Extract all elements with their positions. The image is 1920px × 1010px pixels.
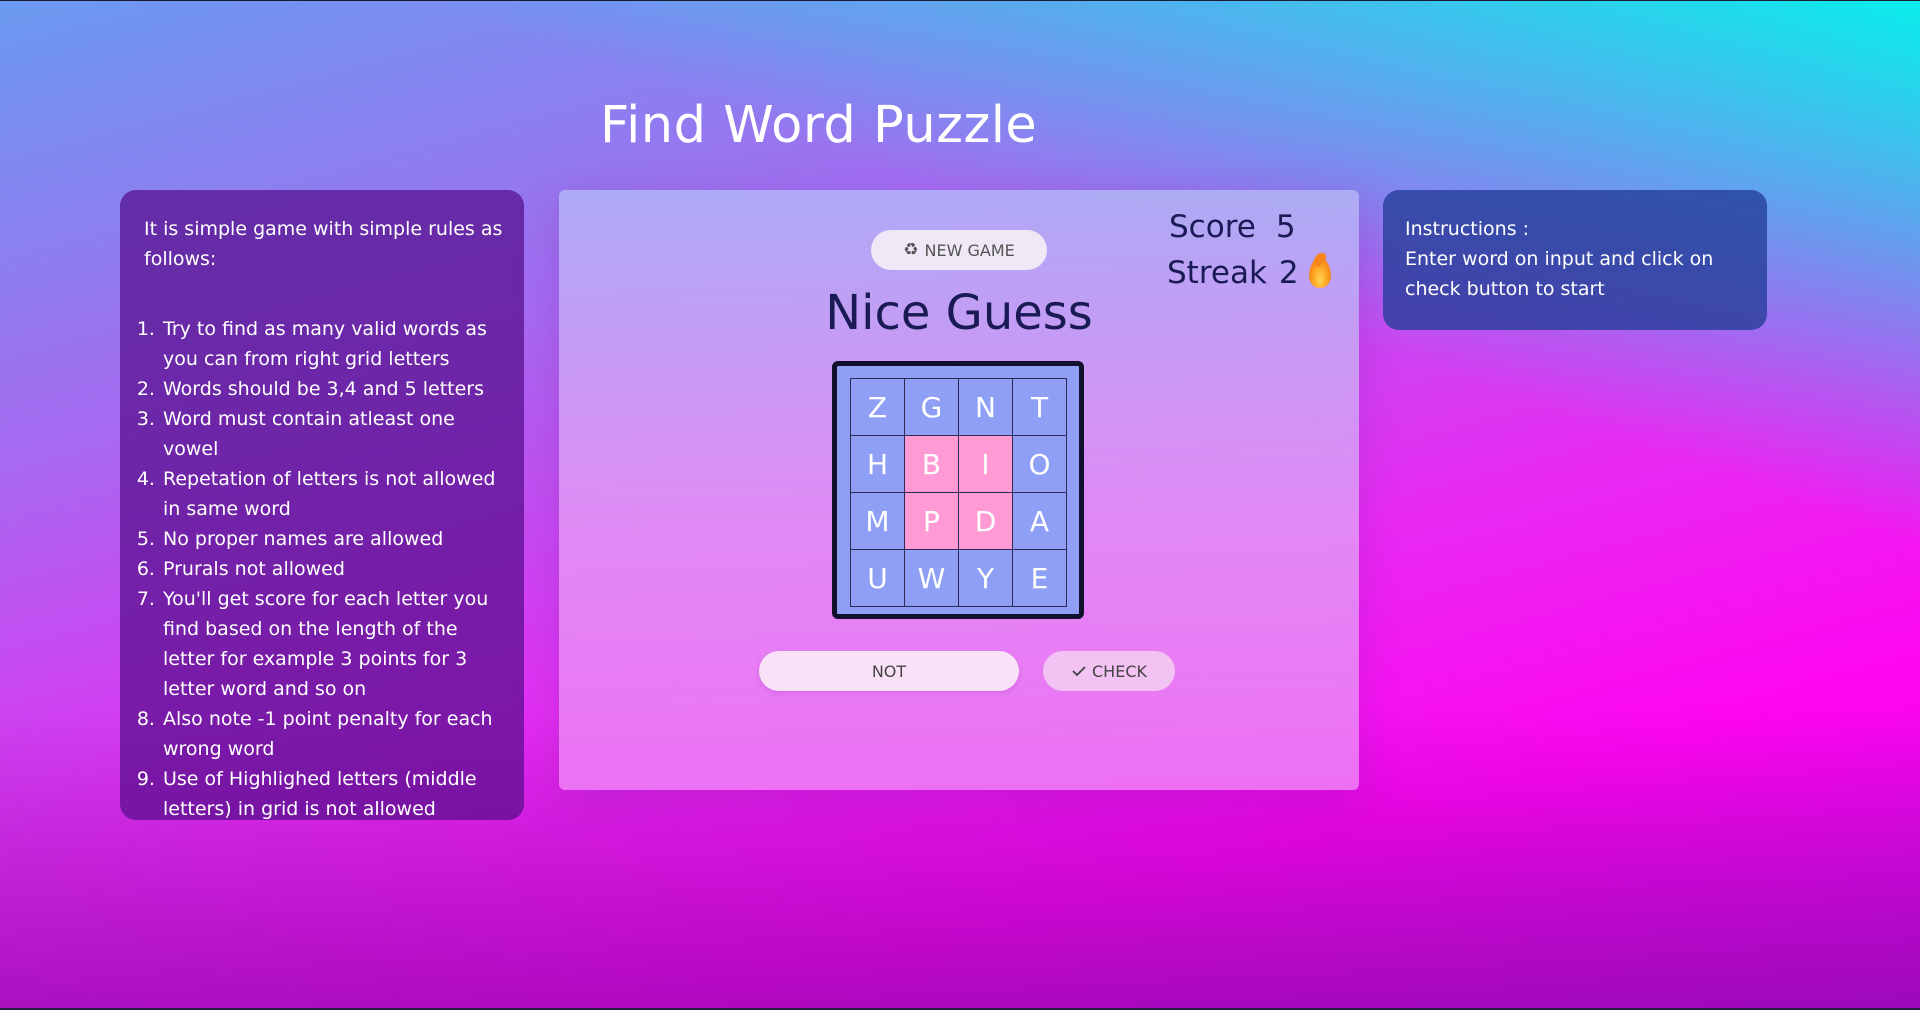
- rule-item: You'll get score for each letter you fin…: [161, 584, 504, 704]
- letter-grid: ZGNT HBIO MPDA UWYE: [850, 378, 1067, 607]
- grid-cell-highlighted[interactable]: I: [959, 436, 1013, 493]
- grid-cell[interactable]: M: [851, 493, 905, 550]
- rule-item: Repetation of letters is not allowed in …: [161, 464, 504, 524]
- score-value: 5: [1275, 209, 1296, 245]
- grid-cell[interactable]: G: [905, 379, 959, 436]
- grid-cell[interactable]: Y: [959, 550, 1013, 607]
- grid-cell[interactable]: N: [959, 379, 1013, 436]
- rule-item: Prurals not allowed: [161, 554, 504, 584]
- checkmark-icon: [1072, 666, 1086, 677]
- letter-grid-frame: ZGNT HBIO MPDA UWYE: [832, 361, 1084, 619]
- score-row: Score 5: [1167, 204, 1331, 250]
- rule-item: Also note -1 point penalty for each wron…: [161, 704, 504, 764]
- grid-cell-highlighted[interactable]: D: [959, 493, 1013, 550]
- grid-cell[interactable]: U: [851, 550, 905, 607]
- new-game-label: NEW GAME: [924, 240, 1015, 260]
- check-label: CHECK: [1092, 661, 1147, 681]
- grid-cell[interactable]: H: [851, 436, 905, 493]
- instructions-heading: Instructions :: [1405, 218, 1530, 240]
- instructions-panel: Instructions : Enter word on input and c…: [1383, 190, 1767, 330]
- game-card: ♻ NEW GAME Score 5 Streak 2 Nice Guess Z…: [559, 190, 1359, 790]
- rule-item: Words should be 3,4 and 5 letters: [161, 374, 504, 404]
- rule-item: Word must contain atleast one vowel: [161, 404, 504, 464]
- rules-list: Try to find as many valid words as you c…: [144, 314, 504, 824]
- rules-intro: It is simple game with simple rules as f…: [144, 218, 503, 270]
- grid-cell[interactable]: O: [1013, 436, 1067, 493]
- score-label: Score: [1169, 209, 1256, 245]
- rule-item: Use of Highlighed letters (middle letter…: [161, 764, 504, 824]
- grid-cell-highlighted[interactable]: B: [905, 436, 959, 493]
- instructions-text: Enter word on input and click on check b…: [1405, 248, 1714, 300]
- grid-cell[interactable]: T: [1013, 379, 1067, 436]
- recycle-icon: ♻: [903, 240, 919, 260]
- top-border: [0, 0, 1920, 1]
- rule-item: No proper names are allowed: [161, 524, 504, 554]
- new-game-button[interactable]: ♻ NEW GAME: [871, 230, 1047, 270]
- rule-item: Try to find as many valid words as you c…: [161, 314, 504, 374]
- word-input[interactable]: [759, 651, 1019, 691]
- grid-cell[interactable]: W: [905, 550, 959, 607]
- rules-panel: It is simple game with simple rules as f…: [120, 190, 524, 820]
- check-button[interactable]: CHECK: [1043, 651, 1175, 691]
- status-message: Nice Guess: [825, 285, 1093, 341]
- page-title: Find Word Puzzle: [600, 96, 1038, 155]
- grid-cell-highlighted[interactable]: P: [905, 493, 959, 550]
- grid-cell[interactable]: Z: [851, 379, 905, 436]
- grid-cell[interactable]: A: [1013, 493, 1067, 550]
- grid-cell[interactable]: E: [1013, 550, 1067, 607]
